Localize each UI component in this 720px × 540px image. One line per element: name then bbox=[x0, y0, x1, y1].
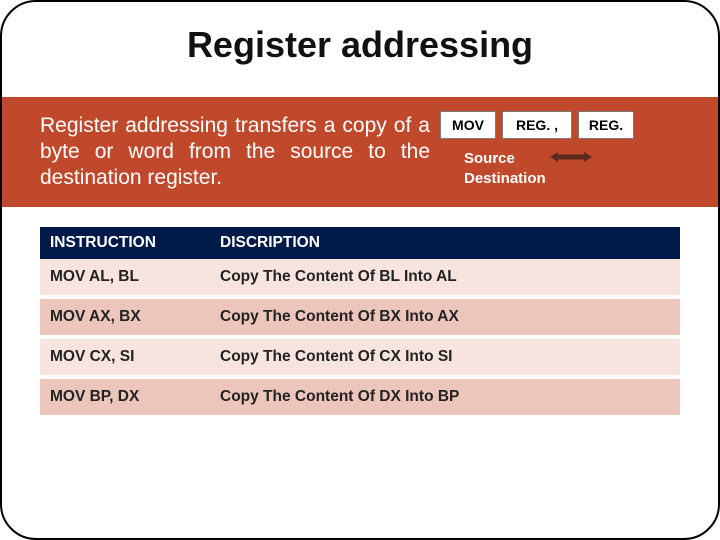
table-row: MOV CX, SI Copy The Content Of CX Into S… bbox=[40, 337, 680, 377]
table-header-row: INSTRUCTION DISCRIPTION bbox=[40, 227, 680, 259]
syntax-diagram: MOV REG. , REG. Source Destination bbox=[440, 107, 700, 197]
cell-description: Copy The Content Of DX Into BP bbox=[210, 377, 680, 417]
cell-description: Copy The Content Of BL Into AL bbox=[210, 259, 680, 297]
intro-band: Register addressing transfers a copy of … bbox=[2, 97, 718, 207]
syntax-row: MOV REG. , REG. bbox=[440, 111, 634, 139]
syntax-cell-reg-src: REG. bbox=[578, 111, 634, 139]
cell-instruction: MOV AL, BL bbox=[40, 259, 210, 297]
cell-description: Copy The Content Of BX Into AX bbox=[210, 297, 680, 337]
table-row: MOV BP, DX Copy The Content Of DX Into B… bbox=[40, 377, 680, 417]
examples-table: INSTRUCTION DISCRIPTION MOV AL, BL Copy … bbox=[40, 227, 680, 419]
arrow-icon bbox=[550, 151, 592, 161]
label-source: Source bbox=[464, 149, 546, 169]
col-header-description: DISCRIPTION bbox=[210, 227, 680, 259]
syntax-labels: Source Destination bbox=[464, 149, 546, 190]
cell-instruction: MOV BP, DX bbox=[40, 377, 210, 417]
table-row: MOV AL, BL Copy The Content Of BL Into A… bbox=[40, 259, 680, 297]
label-destination: Destination bbox=[464, 169, 546, 189]
cell-instruction: MOV AX, BX bbox=[40, 297, 210, 337]
examples-table-wrap: INSTRUCTION DISCRIPTION MOV AL, BL Copy … bbox=[40, 227, 680, 419]
slide-title: Register addressing bbox=[2, 24, 718, 66]
cell-instruction: MOV CX, SI bbox=[40, 337, 210, 377]
slide-frame: Register addressing Register addressing … bbox=[0, 0, 720, 540]
intro-paragraph: Register addressing transfers a copy of … bbox=[40, 113, 430, 192]
syntax-cell-reg-dest: REG. , bbox=[502, 111, 572, 139]
cell-description: Copy The Content Of CX Into SI bbox=[210, 337, 680, 377]
table-row: MOV AX, BX Copy The Content Of BX Into A… bbox=[40, 297, 680, 337]
syntax-cell-mov: MOV bbox=[440, 111, 496, 139]
col-header-instruction: INSTRUCTION bbox=[40, 227, 210, 259]
